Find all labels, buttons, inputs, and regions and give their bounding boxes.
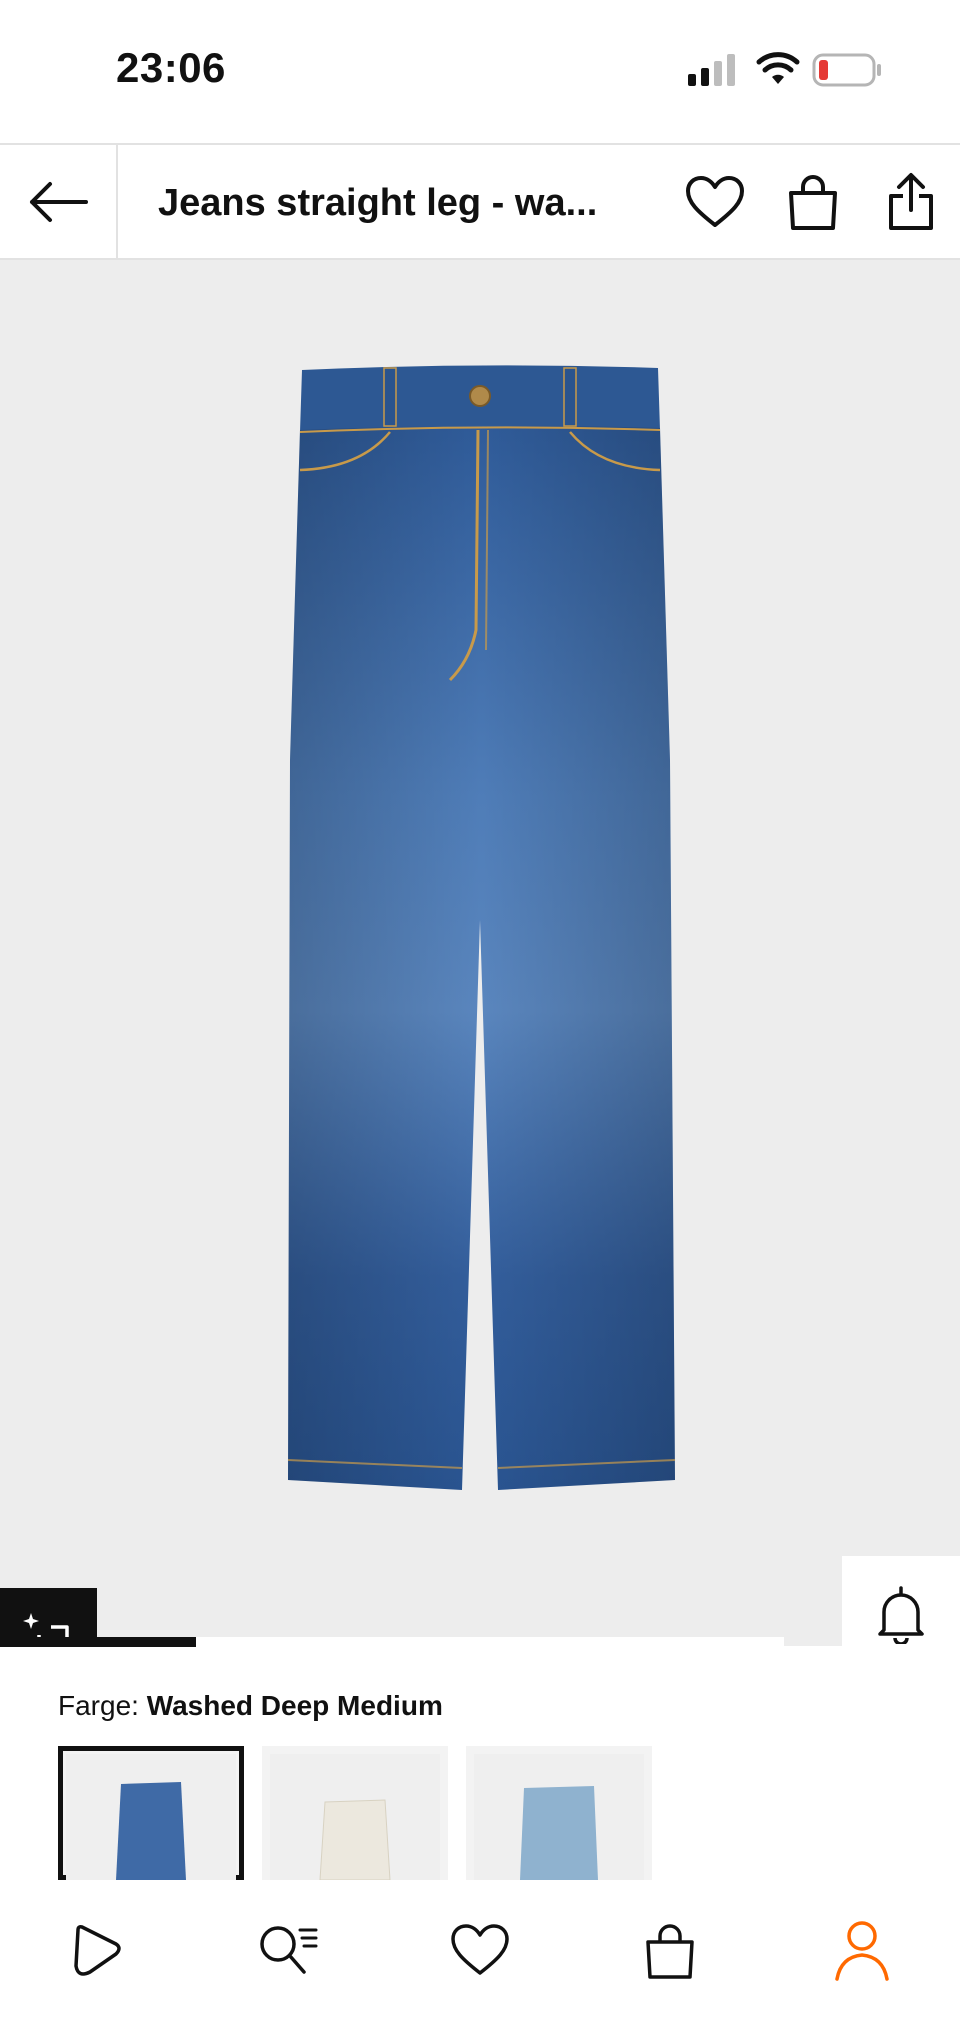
product-image-jeans [287,365,676,1490]
color-swatch-light-blue[interactable] [466,1746,652,1880]
side-actions [842,1556,960,1646]
status-bar: 23:06 [0,0,960,143]
play-icon [74,1925,121,1976]
nav-search[interactable] [248,1910,328,1990]
cart-button[interactable] [782,171,844,233]
notify-button[interactable] [842,1556,960,1646]
nav-home[interactable] [56,1910,136,1990]
bell-icon [878,1585,924,1644]
gallery-progress-bar [0,1637,784,1647]
bag-icon [789,175,837,230]
swatch-jeans-image [116,1782,186,1880]
swatch-jeans-image [319,1799,391,1880]
wishlist-button[interactable] [684,171,746,233]
color-label-prefix: Farge: [58,1690,139,1721]
cellular-signal-icon [688,54,735,86]
profile-icon [835,1921,889,1981]
swatch-image [66,1754,236,1880]
color-label: Farge: Washed Deep Medium [58,1690,443,1722]
search-list-icon [260,1926,318,1974]
color-swatch-ecru[interactable] [262,1746,448,1880]
share-button[interactable] [880,171,942,233]
status-time: 23:06 [116,44,226,91]
swatch-image [474,1754,644,1880]
heart-icon [451,1924,509,1975]
product-header: Jeans straight leg - wa... [0,143,960,260]
wifi-icon [756,52,800,84]
page-title: Jeans straight leg - wa... [158,182,598,224]
nav-bag[interactable] [630,1910,710,1990]
product-image-gallery[interactable] [0,260,960,1646]
gallery-progress-fill [0,1637,196,1647]
color-value: Washed Deep Medium [146,1690,443,1721]
heart-icon [686,176,744,227]
swatch-image [270,1754,440,1880]
nav-profile[interactable] [822,1910,902,1990]
bag-icon [646,1924,694,1979]
swatch-jeans-image [520,1786,598,1880]
battery-icon [812,53,881,87]
color-swatches [58,1746,958,1880]
back-button[interactable] [0,145,118,258]
share-icon [889,173,933,230]
nav-wishlist[interactable] [440,1910,520,1990]
bottom-navigation [0,1880,960,2039]
arrow-left-icon [30,181,88,222]
color-swatch-selected[interactable] [58,1746,244,1880]
